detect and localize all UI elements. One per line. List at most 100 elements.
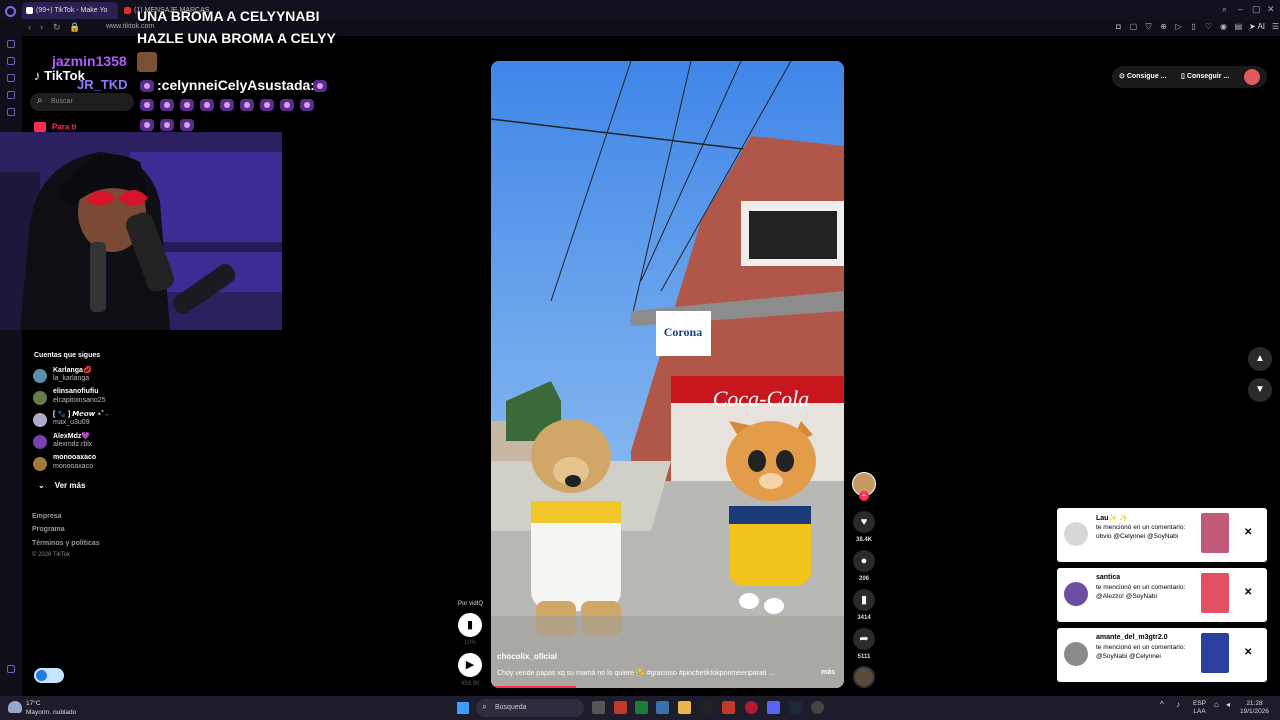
sidebar-app-icon[interactable] [7, 57, 15, 65]
network-icon[interactable]: ⌂ [1214, 701, 1219, 709]
taskbar: 17°C Mayorm. nublado ⌕ Búsqueda ^ ♪ ESP LAA… [0, 696, 1280, 720]
previous-video-button[interactable]: ▲ [1248, 347, 1272, 371]
video-thumbnail[interactable] [1201, 513, 1229, 553]
tray-chevron-icon[interactable]: ^ [1160, 701, 1164, 709]
close-window-icon[interactable]: ✕ [1267, 4, 1275, 15]
webcam-image [0, 132, 282, 330]
theme-toggle[interactable] [34, 668, 64, 683]
play-icon[interactable]: ▷ [1174, 22, 1183, 32]
share-icon[interactable]: ➦ [853, 628, 875, 650]
see-more-button[interactable]: ⌄ Ver más [38, 481, 85, 490]
discord-icon[interactable] [767, 701, 780, 714]
video-thumbnail[interactable] [1201, 633, 1229, 673]
video-author[interactable]: chocolix_oficial [497, 652, 557, 661]
app-icon[interactable] [700, 701, 713, 714]
back-icon[interactable]: ‹ [28, 22, 31, 32]
chat-emote [300, 99, 314, 111]
close-icon[interactable]: ✕ [1244, 647, 1252, 658]
comment-icon[interactable]: ● [853, 550, 875, 572]
sidebar-settings-icon[interactable] [7, 665, 15, 673]
sidebar-app-icon[interactable] [7, 108, 15, 116]
chat-icon[interactable]: ◉ [1219, 22, 1228, 32]
next-video-button[interactable]: ▼ [1248, 378, 1272, 402]
sidebar-app-icon[interactable] [7, 91, 15, 99]
taskbar-search[interactable]: ⌕ Búsqueda [476, 699, 584, 717]
video-thumbnail[interactable] [1201, 573, 1229, 613]
maximize-icon[interactable]: ▢ [1252, 4, 1261, 15]
clock[interactable]: 21:28 19/1/2026 [1240, 700, 1269, 716]
reload-icon[interactable]: ↻ [53, 22, 61, 33]
bookmark-icon[interactable]: ▮ [853, 589, 875, 611]
video-progress-bar[interactable] [491, 686, 576, 688]
obs-icon[interactable] [811, 701, 824, 714]
footer-link-terms[interactable]: Términos y políticas [32, 540, 100, 547]
mention-notification[interactable]: santica te mencionó en un comentario: @Al… [1057, 568, 1267, 622]
chat-username: jazmin1358 [52, 53, 127, 69]
close-icon[interactable]: ✕ [1244, 587, 1252, 598]
address-bar-actions: ◘ ▢ ⛉ ⊕ ▷ ▯ ♡ ◉ ▤ ➤ AI ☰ [1114, 22, 1280, 32]
get-app-label: Conseguir ... [1186, 73, 1230, 80]
sound-disc-icon[interactable] [853, 666, 875, 688]
file-explorer-icon[interactable] [678, 701, 691, 714]
app-icon[interactable] [614, 701, 627, 714]
taskview-icon[interactable] [592, 701, 605, 714]
nav-for-you-label: Para ti [52, 122, 77, 132]
weather-widget[interactable]: 17°C Mayorm. nublado [26, 699, 76, 717]
account-name: elinsanofiufiu [53, 388, 99, 395]
snapshot-icon[interactable]: ▢ [1129, 22, 1138, 32]
notification-user: santica [1096, 574, 1121, 581]
footer-link-company[interactable]: Empresa [32, 513, 62, 520]
chat-emote [220, 99, 234, 111]
bookmark-icon[interactable]: ▯ [1189, 22, 1198, 32]
mention-notification[interactable]: amante_del_m3gtr2.0 te mencionó en un com… [1057, 628, 1267, 682]
wallet-icon[interactable]: ▤ [1234, 22, 1243, 32]
minimize-icon[interactable]: – [1238, 4, 1243, 14]
profile-avatar[interactable] [1244, 69, 1260, 85]
caption-more-link[interactable]: más [821, 669, 835, 676]
url-field[interactable]: www.tiktok.com [106, 23, 154, 30]
mic-icon[interactable]: ♪ [1176, 701, 1180, 709]
chevron-up-icon: ▲ [1255, 353, 1265, 364]
windows-start-icon[interactable] [457, 702, 469, 714]
opera-logo-icon[interactable] [5, 6, 16, 17]
search-placeholder: Buscar [51, 98, 73, 105]
nav-for-you[interactable]: Para ti [34, 122, 76, 132]
opera-icon[interactable] [745, 701, 758, 714]
follow-plus-icon[interactable]: + [859, 491, 869, 501]
excel-icon[interactable] [635, 701, 648, 714]
ai-button[interactable]: ➤ AI [1249, 22, 1265, 32]
volume-icon[interactable]: ◂ [1226, 701, 1230, 709]
chat-emote [160, 119, 174, 131]
notification-user: Lau✨ ✨ [1096, 515, 1128, 522]
forward-icon[interactable]: › [40, 22, 43, 32]
account-handle: la_karlanga [53, 375, 90, 382]
like-count: 38.4K [855, 537, 872, 543]
language-indicator[interactable]: ESP LAA [1193, 700, 1206, 716]
steam-icon[interactable] [789, 701, 802, 714]
mention-notification[interactable]: Lau✨ ✨ te mencionó en un comentario: obvi… [1057, 508, 1267, 562]
search-tabs-icon[interactable]: ⌕ [1222, 4, 1227, 15]
search-input[interactable]: ⌕ Buscar [30, 93, 134, 111]
like-icon[interactable]: ♥ [853, 511, 875, 533]
app-icon[interactable] [656, 701, 669, 714]
play-button[interactable]: ▶ [458, 653, 482, 677]
get-coins-button[interactable]: ⊙ Consigue ... [1119, 67, 1167, 87]
avatar [1064, 522, 1088, 546]
chat-emote [180, 99, 194, 111]
video-player[interactable]: Corona Coca-Cola chocolix_oficial Choy v… [491, 61, 844, 688]
shield-icon[interactable]: ⛉ [1144, 22, 1153, 32]
heart-icon[interactable]: ♡ [1204, 22, 1213, 32]
footer-link-program[interactable]: Programa [32, 526, 65, 533]
menu-icon[interactable]: ☰ [1271, 22, 1280, 32]
tab-tiktok[interactable]: (99+) TikTok - Make Yo [22, 2, 118, 19]
close-icon[interactable]: ✕ [1244, 527, 1252, 538]
stats-button[interactable]: ▮ [458, 613, 482, 637]
browser-sidebar [0, 6, 22, 696]
overlay-title-1: UNA BROMA A CELYYNABI [137, 8, 320, 24]
camera-icon[interactable]: ◘ [1114, 22, 1123, 32]
sidebar-app-icon[interactable] [7, 74, 15, 82]
get-app-button[interactable]: ▯ Conseguir ... [1181, 67, 1229, 87]
app-icon[interactable] [722, 701, 735, 714]
extension-icon[interactable]: ⊕ [1159, 22, 1168, 32]
sidebar-app-icon[interactable] [7, 40, 15, 48]
